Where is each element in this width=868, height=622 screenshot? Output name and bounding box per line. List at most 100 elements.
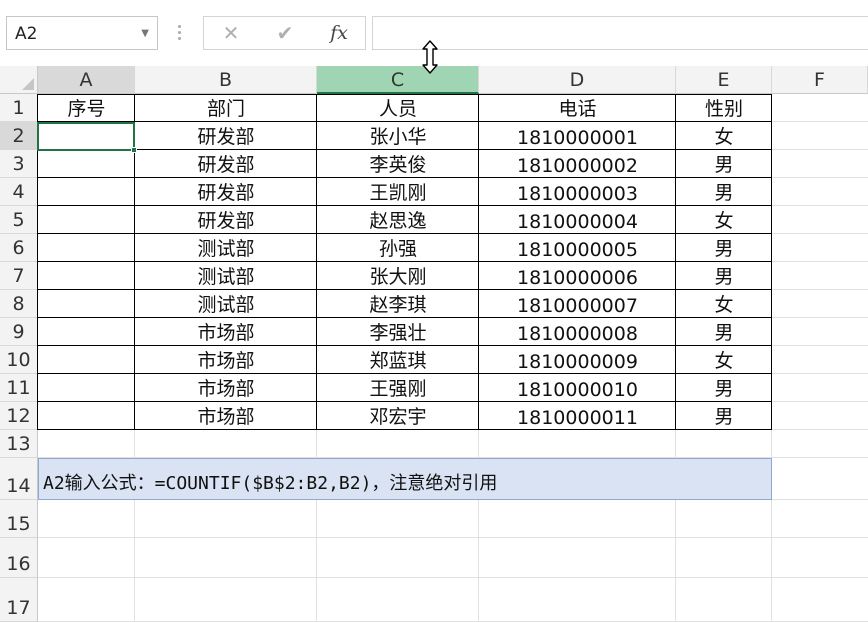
table-cell[interactable]: 1810000004 [479,206,676,234]
table-cell[interactable]: 李强壮 [317,318,479,346]
table-cell[interactable]: 赵李琪 [317,290,479,318]
table-border-horizontal [37,317,772,318]
table-cell[interactable]: 女 [676,346,772,374]
row-header-14[interactable]: 14 [0,458,38,500]
formula-note-text: A2输入公式：=COUNTIF($B$2:B2,B2)，注意绝对引用 [43,473,498,494]
table-border-horizontal [37,121,772,122]
table-cell[interactable]: 女 [676,290,772,318]
fill-handle[interactable] [131,147,137,153]
header-cell-e[interactable]: 性别 [676,94,772,122]
row-header-10[interactable]: 10 [0,346,38,374]
table-cell[interactable]: 1810000003 [479,178,676,206]
column-header-f[interactable]: F [772,66,868,94]
column-header-c[interactable]: C [317,66,479,94]
select-all-button[interactable] [0,66,38,94]
table-cell[interactable]: 男 [676,178,772,206]
active-cell-selection[interactable] [37,122,135,151]
row-header-6[interactable]: 6 [0,234,38,262]
insert-function-button[interactable]: fx [324,20,354,46]
table-cell[interactable] [38,374,135,402]
row-header-2[interactable]: 2 [0,122,38,150]
table-cell[interactable]: 王凯刚 [317,178,479,206]
row-header-1[interactable]: 1 [0,94,38,122]
table-cell[interactable]: 研发部 [135,122,317,150]
table-border-vertical [771,94,772,430]
header-cell-d[interactable]: 电话 [479,94,676,122]
column-header-a[interactable]: A [38,66,135,94]
row-header-12[interactable]: 12 [0,402,38,430]
column-header-e[interactable]: E [676,66,772,94]
row-header-17[interactable]: 17 [0,578,38,622]
table-cell[interactable]: 研发部 [135,206,317,234]
table-cell[interactable]: 女 [676,122,772,150]
header-cell-c[interactable]: 人员 [317,94,479,122]
table-cell[interactable] [38,206,135,234]
table-cell[interactable]: 市场部 [135,402,317,430]
row-header-3[interactable]: 3 [0,150,38,178]
table-cell[interactable] [38,402,135,430]
name-box[interactable]: A2 ▼ [6,16,158,50]
table-cell[interactable] [38,178,135,206]
table-cell[interactable]: 1810000005 [479,234,676,262]
table-cell[interactable]: 邓宏宇 [317,402,479,430]
gridline-horizontal [38,577,868,578]
table-cell[interactable]: 赵思逸 [317,206,479,234]
table-cell[interactable]: 测试部 [135,234,317,262]
table-cell[interactable] [38,346,135,374]
table-cell[interactable]: 孙强 [317,234,479,262]
chevron-down-icon[interactable]: ▼ [141,28,149,39]
table-cell[interactable]: 张大刚 [317,262,479,290]
table-cell[interactable]: 男 [676,402,772,430]
column-header-d[interactable]: D [479,66,676,94]
table-cell[interactable] [38,290,135,318]
table-cell[interactable]: 1810000011 [479,402,676,430]
row-header-16[interactable]: 16 [0,538,38,578]
table-cell[interactable] [38,262,135,290]
table-cell[interactable]: 研发部 [135,150,317,178]
table-cell[interactable]: 市场部 [135,374,317,402]
table-cell[interactable]: 男 [676,234,772,262]
table-cell[interactable] [38,234,135,262]
table-cell[interactable]: 1810000007 [479,290,676,318]
table-cell[interactable]: 张小华 [317,122,479,150]
table-cell[interactable]: 1810000008 [479,318,676,346]
table-cell[interactable]: 测试部 [135,262,317,290]
table-cell[interactable]: 王强刚 [317,374,479,402]
table-cell[interactable]: 1810000006 [479,262,676,290]
table-cell[interactable]: 研发部 [135,178,317,206]
table-cell[interactable]: 男 [676,318,772,346]
table-cell[interactable]: 男 [676,150,772,178]
table-border-vertical [675,94,676,430]
table-cell[interactable]: 男 [676,262,772,290]
table-cell[interactable]: 1810000009 [479,346,676,374]
check-icon[interactable]: ✔ [270,20,300,46]
header-cell-a[interactable]: 序号 [38,94,135,122]
row-header-11[interactable]: 11 [0,374,38,402]
table-cell[interactable]: 市场部 [135,346,317,374]
row-header-15[interactable]: 15 [0,500,38,538]
formula-input[interactable] [372,16,868,50]
table-cell[interactable]: 1810000001 [479,122,676,150]
table-cell[interactable]: 李英俊 [317,150,479,178]
formula-note[interactable]: A2输入公式：=COUNTIF($B$2:B2,B2)，注意绝对引用 [38,458,772,500]
table-cell[interactable] [38,318,135,346]
row-header-8[interactable]: 8 [0,290,38,318]
table-cell[interactable] [38,150,135,178]
close-icon[interactable]: ✕ [216,20,246,46]
header-cell-b[interactable]: 部门 [135,94,317,122]
spreadsheet-grid: A B C D E F 1 2 3 4 5 6 7 8 9 10 11 12 13 14 15 16 17 序号… [0,66,868,622]
table-cell[interactable]: 郑蓝琪 [317,346,479,374]
row-header-9[interactable]: 9 [0,318,38,346]
row-header-5[interactable]: 5 [0,206,38,234]
table-cell[interactable]: 女 [676,206,772,234]
row-header-7[interactable]: 7 [0,262,38,290]
row-header-4[interactable]: 4 [0,178,38,206]
table-cell[interactable]: 1810000010 [479,374,676,402]
table-cell[interactable]: 男 [676,374,772,402]
table-cell[interactable]: 1810000002 [479,150,676,178]
table-cell[interactable]: 测试部 [135,290,317,318]
table-cell[interactable]: 市场部 [135,318,317,346]
row-header-13[interactable]: 13 [0,430,38,458]
formula-bar-grip[interactable] [176,22,182,44]
column-header-b[interactable]: B [135,66,317,94]
